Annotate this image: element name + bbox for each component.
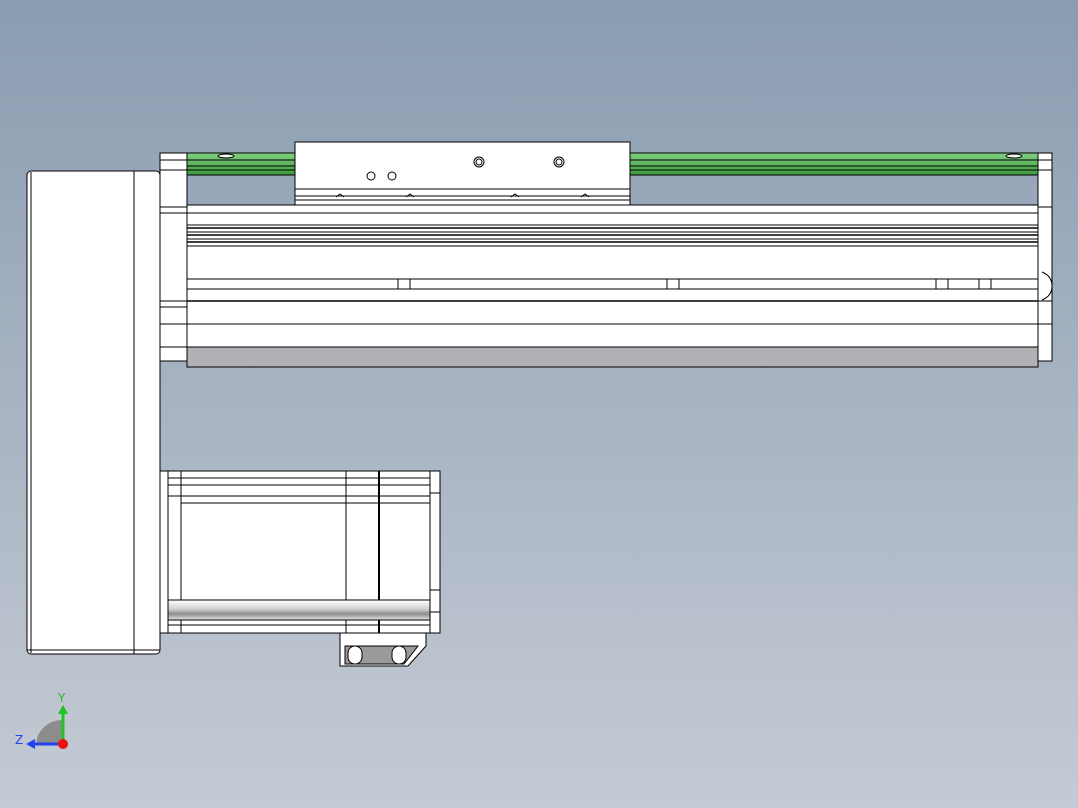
actuator-body — [186, 204, 1039, 368]
end-plate-right — [1037, 152, 1053, 362]
cad-viewport[interactable]: Y Z — [0, 0, 1078, 808]
motor-connector — [339, 632, 427, 667]
motor-flange — [26, 170, 161, 655]
y-axis-label: Y — [57, 691, 66, 705]
motor-shaft-tube — [167, 599, 431, 621]
servo-motor — [159, 470, 441, 634]
viewport-background — [0, 0, 1078, 808]
z-axis-label: Z — [15, 733, 23, 747]
mounting-hole — [366, 171, 376, 181]
mounting-hole — [387, 171, 397, 181]
origin-point — [58, 739, 68, 749]
cad-drawing: Y Z — [0, 0, 1078, 808]
end-plate-left — [159, 152, 188, 362]
slider-carriage — [294, 141, 631, 206]
